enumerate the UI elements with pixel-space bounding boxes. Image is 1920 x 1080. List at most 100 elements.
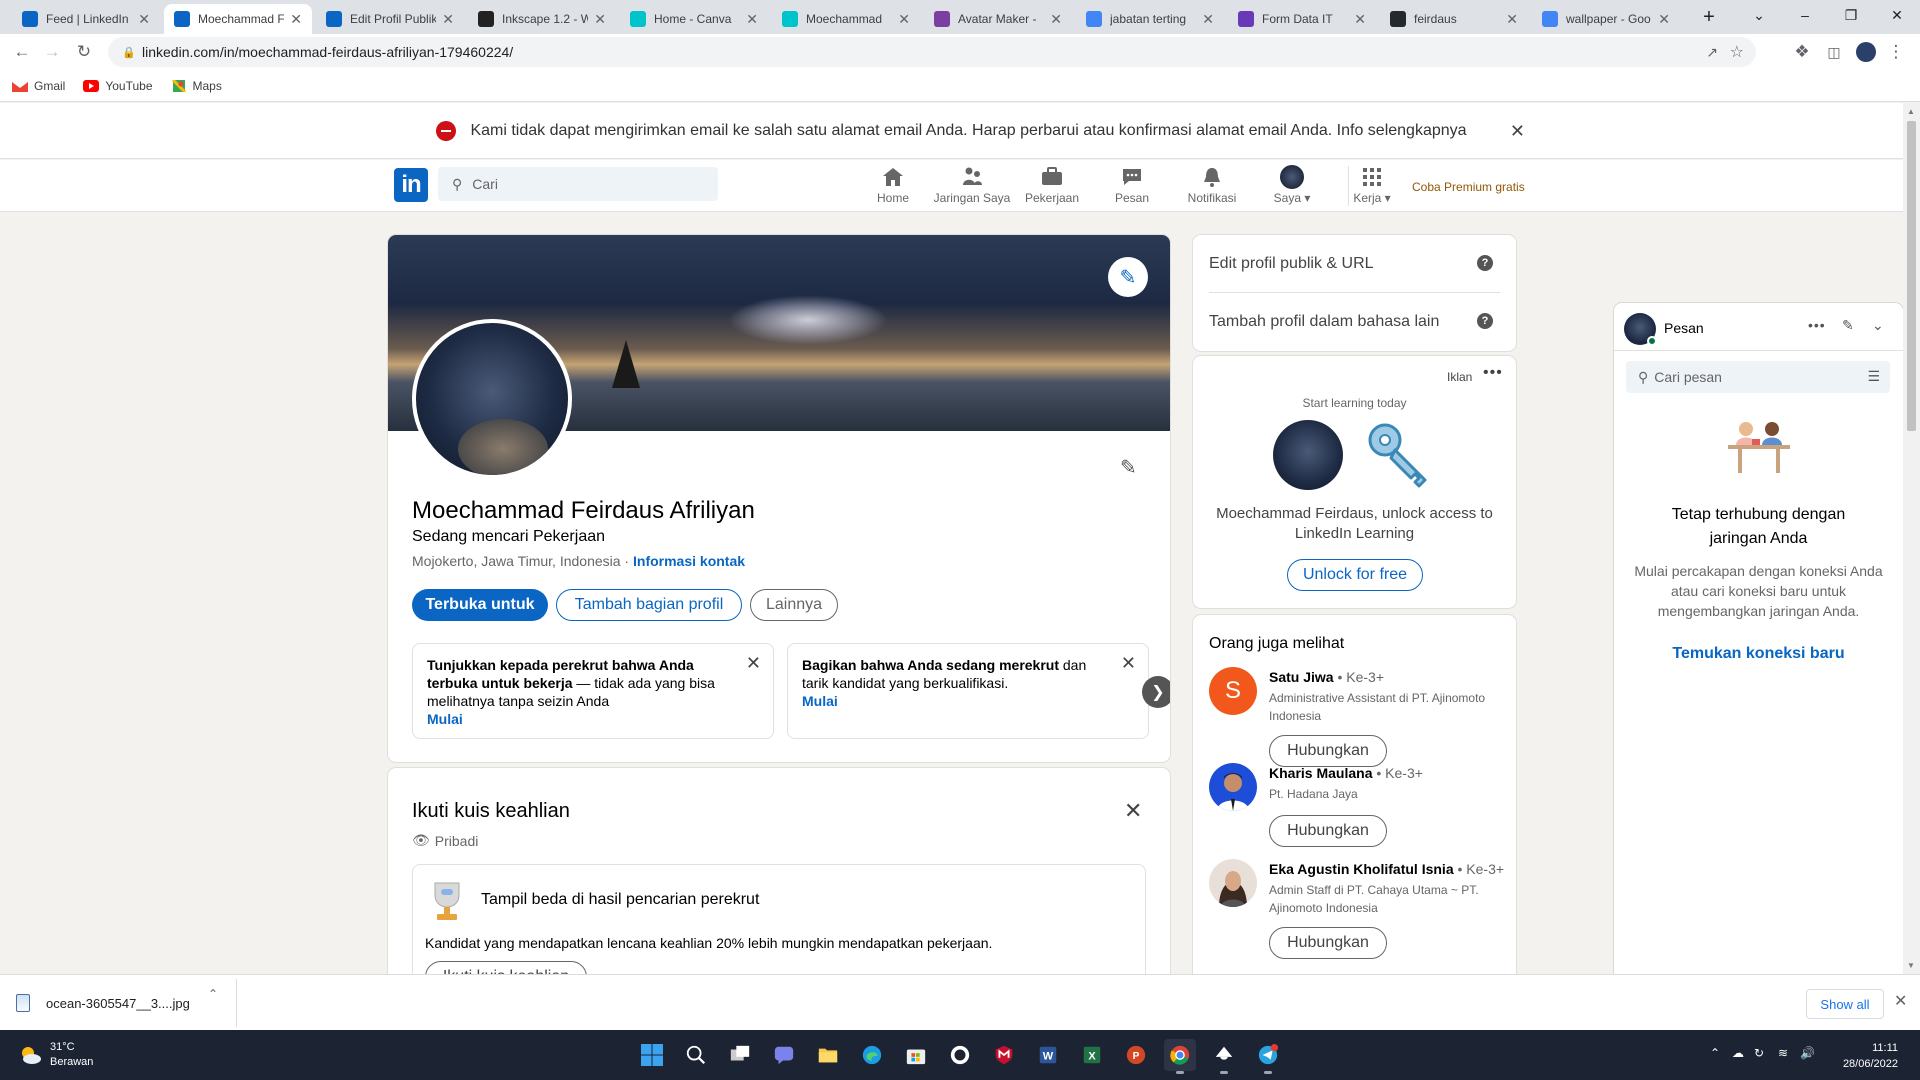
connect-button[interactable]: Hubungkan — [1269, 815, 1387, 847]
address-bar[interactable]: 🔒 linkedin.com/in/moechammad-feirdaus-af… — [108, 37, 1756, 67]
scroll-up-icon[interactable]: ▲ — [1907, 107, 1915, 116]
find-new-connections-link[interactable]: Temukan koneksi baru — [1614, 645, 1903, 663]
message-search-input[interactable]: ⚲ Cari pesan ☰ — [1626, 361, 1890, 393]
avatar[interactable] — [1209, 763, 1257, 811]
browser-tab[interactable]: wallpaper - Goo ✕ — [1532, 4, 1680, 34]
connect-button[interactable]: Hubungkan — [1269, 927, 1387, 959]
promo-start-link[interactable]: Mulai — [802, 692, 1134, 710]
nav-network[interactable]: Jaringan Saya — [932, 165, 1012, 209]
close-tab-icon[interactable]: ✕ — [594, 11, 606, 28]
side-panel-icon[interactable]: ◫ — [1822, 40, 1846, 64]
teams-chat-icon[interactable] — [768, 1039, 800, 1071]
search-icon[interactable] — [680, 1039, 712, 1071]
close-tab-icon[interactable]: ✕ — [1506, 11, 1518, 28]
edit-banner-pencil-icon[interactable]: ✎ — [1108, 257, 1148, 297]
system-clock[interactable]: 11:11 28/06/2022 — [1838, 1040, 1898, 1072]
close-tab-icon[interactable]: ✕ — [898, 11, 910, 28]
weather-widget[interactable]: 31°C Berawan — [18, 1040, 93, 1070]
forward-icon[interactable]: → — [40, 40, 64, 64]
chevron-up-icon[interactable]: ⌃ — [208, 987, 218, 1001]
person-name[interactable]: Eka Agustin Kholifatul Isnia • Ke-3+ — [1269, 861, 1504, 877]
close-tab-icon[interactable]: ✕ — [1202, 11, 1214, 28]
new-tab-icon[interactable]: + — [1686, 2, 1732, 32]
linkedin-logo[interactable]: in — [394, 168, 428, 202]
edit-intro-pencil-icon[interactable]: ✎ — [1120, 455, 1137, 480]
powerpoint-icon[interactable]: P — [1120, 1039, 1152, 1071]
sync-icon[interactable]: ↻ — [1754, 1046, 1764, 1060]
menu-icon[interactable]: ⋮ — [1884, 40, 1908, 64]
window-close-icon[interactable]: ✕ — [1874, 0, 1920, 30]
nav-messaging[interactable]: Pesan — [1092, 165, 1172, 209]
nav-work[interactable]: Kerja ▾ — [1332, 165, 1412, 209]
person-name[interactable]: Satu Jiwa • Ke-3+ — [1269, 669, 1384, 685]
close-icon[interactable]: ✕ — [1510, 121, 1525, 142]
chevron-up-icon[interactable]: ⌃ — [1710, 1046, 1720, 1060]
browser-tab[interactable]: Home - Canva ✕ — [620, 4, 768, 34]
browser-tab[interactable]: jabatan terting ✕ — [1076, 4, 1224, 34]
add-language-profile-link[interactable]: Tambah profil dalam bahasa lain — [1209, 313, 1439, 331]
close-tab-icon[interactable]: ✕ — [442, 11, 454, 28]
avatar[interactable]: S — [1209, 667, 1257, 715]
bookmark-youtube[interactable]: YouTube — [83, 79, 153, 93]
browser-tab[interactable]: Feed | LinkedIn ✕ — [12, 4, 160, 34]
browser-tab[interactable]: feirdaus ✕ — [1380, 4, 1528, 34]
bookmark-maps[interactable]: Maps — [171, 79, 222, 93]
connect-button[interactable]: Hubungkan — [1269, 735, 1387, 767]
tab-search-icon[interactable]: ⌄ — [1736, 0, 1782, 30]
nav-notifications[interactable]: Notifikasi — [1172, 165, 1252, 209]
nav-jobs[interactable]: Pekerjaan — [1012, 165, 1092, 209]
show-all-button[interactable]: Show all — [1806, 989, 1884, 1019]
chrome-icon[interactable] — [1164, 1039, 1196, 1074]
browser-tab[interactable]: Moechammad Feirdaus ✕ — [164, 4, 312, 34]
contact-info-link[interactable]: Informasi kontak — [633, 553, 745, 569]
share-icon[interactable]: ↗ — [1706, 44, 1718, 61]
file-explorer-icon[interactable] — [812, 1039, 844, 1071]
back-icon[interactable]: ← — [10, 40, 34, 64]
download-item[interactable]: ocean-3605547__3....jpg — [16, 983, 236, 1023]
more-options-icon[interactable]: ••• — [1808, 317, 1826, 333]
close-tab-icon[interactable]: ✕ — [1050, 11, 1062, 28]
word-icon[interactable]: W — [1032, 1039, 1064, 1071]
profile-photo[interactable] — [412, 319, 572, 479]
add-profile-section-button[interactable]: Tambah bagian profil — [556, 589, 742, 621]
search-input[interactable]: ⚲ Cari — [438, 167, 718, 201]
browser-tab[interactable]: Form Data IT ✕ — [1228, 4, 1376, 34]
close-tab-icon[interactable]: ✕ — [138, 11, 150, 28]
edge-icon[interactable] — [856, 1039, 888, 1071]
messaging-header[interactable]: Pesan ••• ✎ ⌄ — [1614, 303, 1903, 351]
volume-icon[interactable]: 🔊 — [1800, 1046, 1815, 1060]
promo-start-link[interactable]: Mulai — [427, 710, 759, 728]
close-tab-icon[interactable]: ✕ — [1658, 11, 1670, 28]
close-tab-icon[interactable]: ✕ — [290, 11, 302, 28]
page-scrollbar[interactable]: ▲ ▼ — [1903, 103, 1920, 974]
unlock-for-free-button[interactable]: Unlock for free — [1287, 559, 1423, 591]
github-desktop-icon[interactable] — [944, 1039, 976, 1071]
wifi-icon[interactable]: ≋ — [1778, 1046, 1788, 1060]
more-button[interactable]: Lainnya — [750, 589, 838, 621]
more-options-icon[interactable]: ••• — [1483, 364, 1503, 382]
edit-public-profile-link[interactable]: Edit profil publik & URL — [1209, 255, 1374, 273]
help-icon[interactable]: ? — [1477, 313, 1493, 329]
extensions-icon[interactable]: ❖ — [1790, 40, 1814, 64]
compose-icon[interactable]: ✎ — [1842, 317, 1854, 334]
inkscape-icon[interactable] — [1208, 1039, 1240, 1074]
bookmark-star-icon[interactable]: ☆ — [1730, 42, 1744, 62]
close-tab-icon[interactable]: ✕ — [746, 11, 758, 28]
scroll-down-icon[interactable]: ▼ — [1907, 961, 1915, 970]
profile-avatar[interactable] — [1854, 40, 1878, 64]
mcafee-icon[interactable] — [988, 1039, 1020, 1071]
close-icon[interactable]: ✕ — [1124, 798, 1142, 824]
nav-home[interactable]: Home — [853, 165, 933, 209]
minimize-icon[interactable]: – — [1782, 0, 1828, 30]
start-icon[interactable] — [636, 1039, 668, 1071]
close-tab-icon[interactable]: ✕ — [1354, 11, 1366, 28]
browser-tab[interactable]: Edit Profil Publik ✕ — [316, 4, 464, 34]
excel-icon[interactable]: X — [1076, 1039, 1108, 1071]
scrollbar-thumb[interactable] — [1907, 121, 1916, 431]
reload-icon[interactable]: ↻ — [72, 40, 96, 64]
next-arrow-icon[interactable]: ❯ — [1142, 676, 1170, 708]
onedrive-icon[interactable]: ☁ — [1732, 1046, 1744, 1060]
telegram-icon[interactable] — [1252, 1039, 1284, 1074]
nav-me[interactable]: Saya ▾ — [1252, 165, 1332, 209]
close-icon[interactable]: ✕ — [1894, 991, 1907, 1011]
